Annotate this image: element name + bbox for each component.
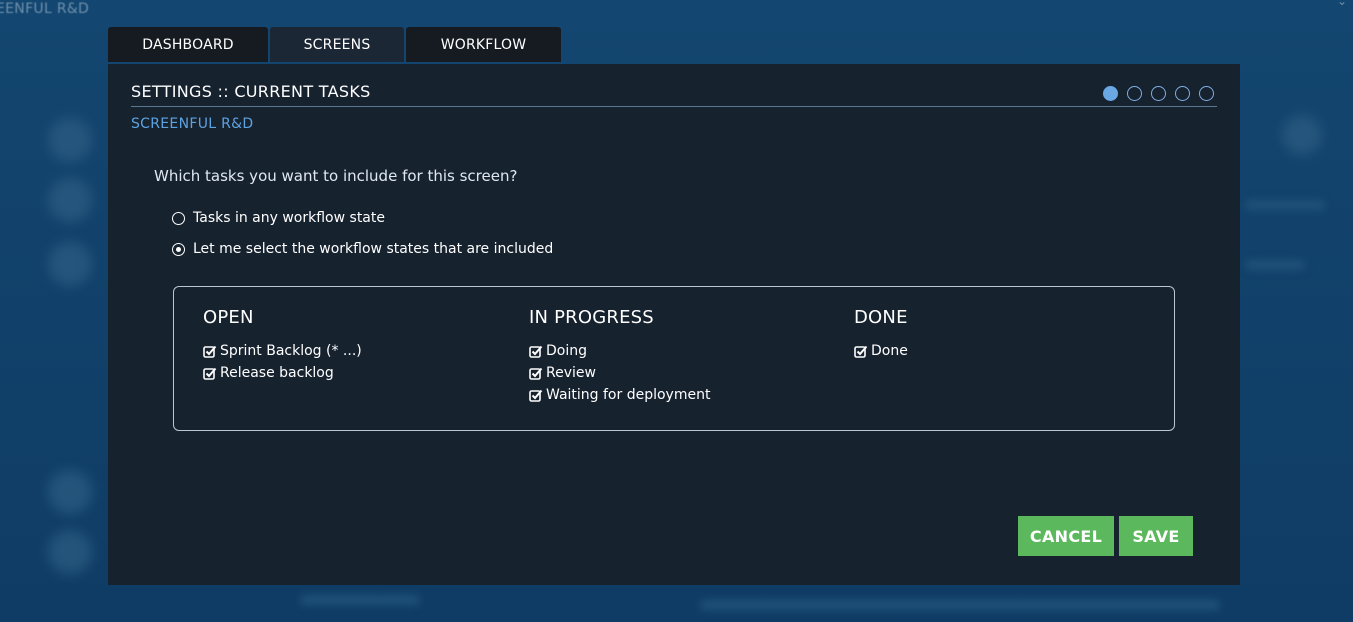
checkbox-label: Done xyxy=(871,343,908,359)
background-text-line xyxy=(700,600,1220,610)
background-text-line xyxy=(1245,200,1325,210)
column-open: OPEN Sprint Backlog (* ...) Release back… xyxy=(203,307,362,384)
checkbox-doing[interactable]: Doing xyxy=(529,340,710,362)
step-indicator xyxy=(1103,86,1214,101)
background-avatar xyxy=(48,118,92,162)
checkbox-label: Release backlog xyxy=(220,365,334,381)
column-done: DONE Done xyxy=(854,307,908,362)
checkbox-done[interactable]: Done xyxy=(854,340,908,362)
radio-unselected-icon[interactable] xyxy=(172,211,185,225)
background-avatar xyxy=(48,530,92,574)
question-text: Which tasks you want to include for this… xyxy=(154,167,518,185)
radio-selected-icon[interactable] xyxy=(172,242,185,256)
step-dot-4[interactable] xyxy=(1175,86,1190,101)
checkbox-checked-icon[interactable] xyxy=(203,345,217,358)
checkbox-checked-icon[interactable] xyxy=(529,389,543,402)
checkbox-checked-icon[interactable] xyxy=(529,367,543,380)
column-heading: IN PROGRESS xyxy=(529,307,654,328)
checkbox-label: Doing xyxy=(546,343,587,359)
option-select-workflow-states[interactable]: Let me select the workflow states that a… xyxy=(172,241,553,257)
save-button[interactable]: SAVE xyxy=(1119,516,1193,556)
checkbox-label: Review xyxy=(546,365,596,381)
cancel-button[interactable]: CANCEL xyxy=(1018,516,1114,556)
modal-title: SETTINGS :: CURRENT TASKS xyxy=(131,82,371,101)
checkbox-label: Waiting for deployment xyxy=(546,387,711,403)
checkbox-waiting-for-deployment[interactable]: Waiting for deployment xyxy=(529,384,710,406)
option-label: Let me select the workflow states that a… xyxy=(193,241,554,257)
column-heading: DONE xyxy=(854,307,908,328)
checkbox-review[interactable]: Review xyxy=(529,362,710,384)
checkbox-label: Sprint Backlog (* ...) xyxy=(220,343,362,359)
step-dot-2[interactable] xyxy=(1127,86,1142,101)
tab-workflow[interactable]: WORKFLOW xyxy=(406,27,561,62)
workflow-states-box: OPEN Sprint Backlog (* ...) Release back… xyxy=(173,286,1175,431)
top-tabs: DASHBOARD SCREENS WORKFLOW xyxy=(108,27,561,62)
checkbox-sprint-backlog[interactable]: Sprint Backlog (* ...) xyxy=(203,340,362,362)
modal-subtitle: SCREENFUL R&D xyxy=(131,116,254,132)
background-app-title: EENFUL R&D xyxy=(0,1,90,17)
background-avatar xyxy=(1282,115,1322,155)
background-avatar xyxy=(48,178,92,222)
header-divider xyxy=(131,106,1217,107)
column-heading: OPEN xyxy=(203,307,254,328)
checkbox-checked-icon[interactable] xyxy=(529,345,543,358)
step-dot-1[interactable] xyxy=(1103,86,1118,101)
checkbox-checked-icon[interactable] xyxy=(203,367,217,380)
tab-screens[interactable]: SCREENS xyxy=(270,27,404,62)
background-avatar xyxy=(48,470,92,514)
background-text-line xyxy=(1245,260,1305,270)
option-label: Tasks in any workflow state xyxy=(193,210,385,226)
background-text-line xyxy=(300,595,420,605)
chevron-down-icon: ⌄ xyxy=(1336,0,1347,8)
background-avatar xyxy=(48,242,92,286)
settings-modal: SETTINGS :: CURRENT TASKS SCREENFUL R&D … xyxy=(108,64,1240,585)
column-in-progress: IN PROGRESS Doing Review Waiting for dep… xyxy=(529,307,710,406)
step-dot-3[interactable] xyxy=(1151,86,1166,101)
option-any-workflow-state[interactable]: Tasks in any workflow state xyxy=(172,210,385,226)
tab-dashboard[interactable]: DASHBOARD xyxy=(108,27,268,62)
checkbox-release-backlog[interactable]: Release backlog xyxy=(203,362,362,384)
step-dot-5[interactable] xyxy=(1199,86,1214,101)
checkbox-checked-icon[interactable] xyxy=(854,345,868,358)
